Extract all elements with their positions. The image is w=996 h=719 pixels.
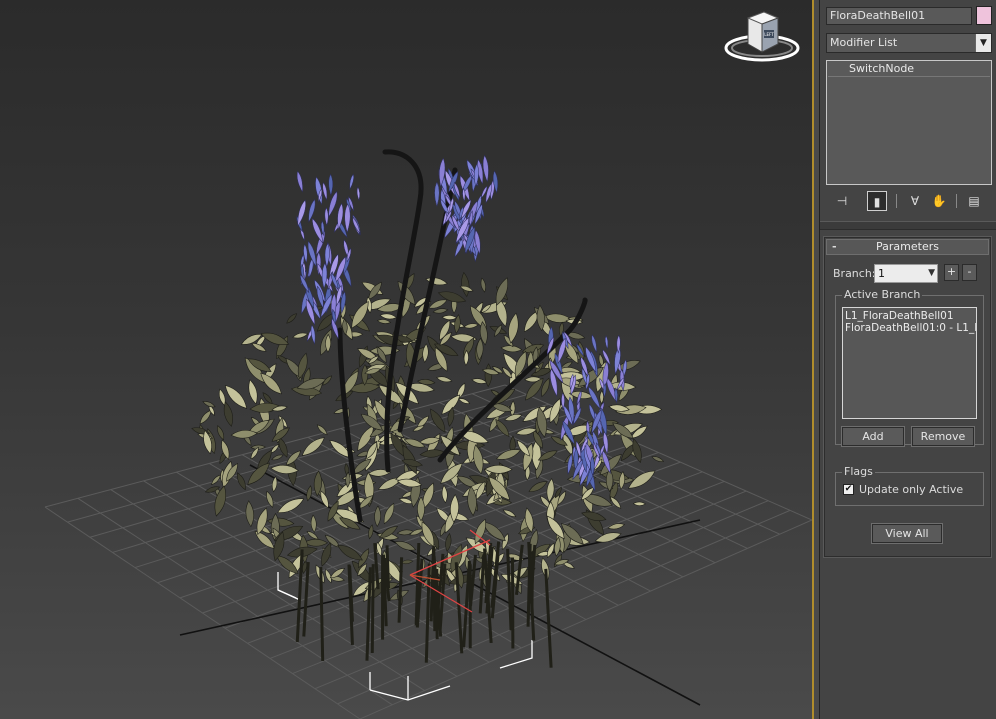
toolbar-divider xyxy=(896,194,897,208)
pin-stack-icon[interactable]: ⊣ xyxy=(832,191,852,211)
remove-modifier-icon[interactable]: ✋ xyxy=(929,191,949,211)
remove-button[interactable]: Remove xyxy=(911,426,975,447)
viewport-active-border xyxy=(812,0,820,719)
panel-divider xyxy=(820,221,996,230)
list-item[interactable]: FloraDeathBell01:0 - L1_Flo xyxy=(845,322,976,334)
perspective-viewport[interactable]: LEFT xyxy=(0,0,812,719)
viewcube[interactable]: LEFT xyxy=(722,8,802,68)
remove-branch-button[interactable]: - xyxy=(962,264,977,281)
active-branch-title: Active Branch xyxy=(842,288,923,302)
configure-modifier-sets-icon[interactable]: ▤ xyxy=(964,191,984,211)
modifier-list-dropdown[interactable]: Modifier List ▼ xyxy=(826,33,992,53)
viewport-scene xyxy=(44,149,812,719)
parameters-rollout: - Parameters Branch: 1 ▼ + - Active Bran… xyxy=(823,236,992,558)
flags-title: Flags xyxy=(842,465,875,479)
object-color-swatch[interactable] xyxy=(976,6,992,25)
chevron-down-icon[interactable]: ▼ xyxy=(928,265,935,282)
show-end-result-icon[interactable]: ▮ xyxy=(867,191,887,211)
make-unique-icon[interactable]: ∀ xyxy=(905,191,925,211)
parameters-rollout-header[interactable]: - Parameters xyxy=(826,239,989,255)
update-only-active-checkbox[interactable]: ✔ xyxy=(843,484,854,495)
add-button[interactable]: Add xyxy=(841,426,905,447)
stack-item-switchnode[interactable]: SwitchNode xyxy=(828,62,990,77)
modifier-list-value: Modifier List xyxy=(830,36,898,49)
branch-label: Branch: xyxy=(833,267,876,280)
rollout-title: Parameters xyxy=(876,240,939,253)
view-all-button[interactable]: View All xyxy=(871,523,943,544)
modifier-stack-list[interactable]: SwitchNode xyxy=(826,60,992,185)
active-branch-listbox[interactable]: L1_FloraDeathBell01 FloraDeathBell01:0 -… xyxy=(842,307,977,419)
list-item[interactable]: L1_FloraDeathBell01 xyxy=(845,310,974,322)
modifier-stack-toolbar: ⊣ ▮ ∀ ✋ ▤ xyxy=(826,191,992,213)
update-only-active-label: Update only Active xyxy=(859,483,964,496)
branch-value: 1 xyxy=(878,267,885,280)
svg-text:LEFT: LEFT xyxy=(764,32,774,37)
branch-dropdown[interactable]: 1 ▼ xyxy=(874,264,938,283)
object-name-field[interactable]: FloraDeathBell01 xyxy=(826,7,972,25)
active-branch-group: Active Branch L1_FloraDeathBell01 FloraD… xyxy=(835,288,984,447)
command-panel: FloraDeathBell01 Modifier List ▼ SwitchN… xyxy=(820,0,996,719)
flags-group: Flags ✔ Update only Active xyxy=(835,465,984,506)
toolbar-divider xyxy=(956,194,957,208)
add-branch-button[interactable]: + xyxy=(944,264,959,281)
chevron-down-icon[interactable]: ▼ xyxy=(975,34,991,52)
home-grid xyxy=(44,384,812,719)
